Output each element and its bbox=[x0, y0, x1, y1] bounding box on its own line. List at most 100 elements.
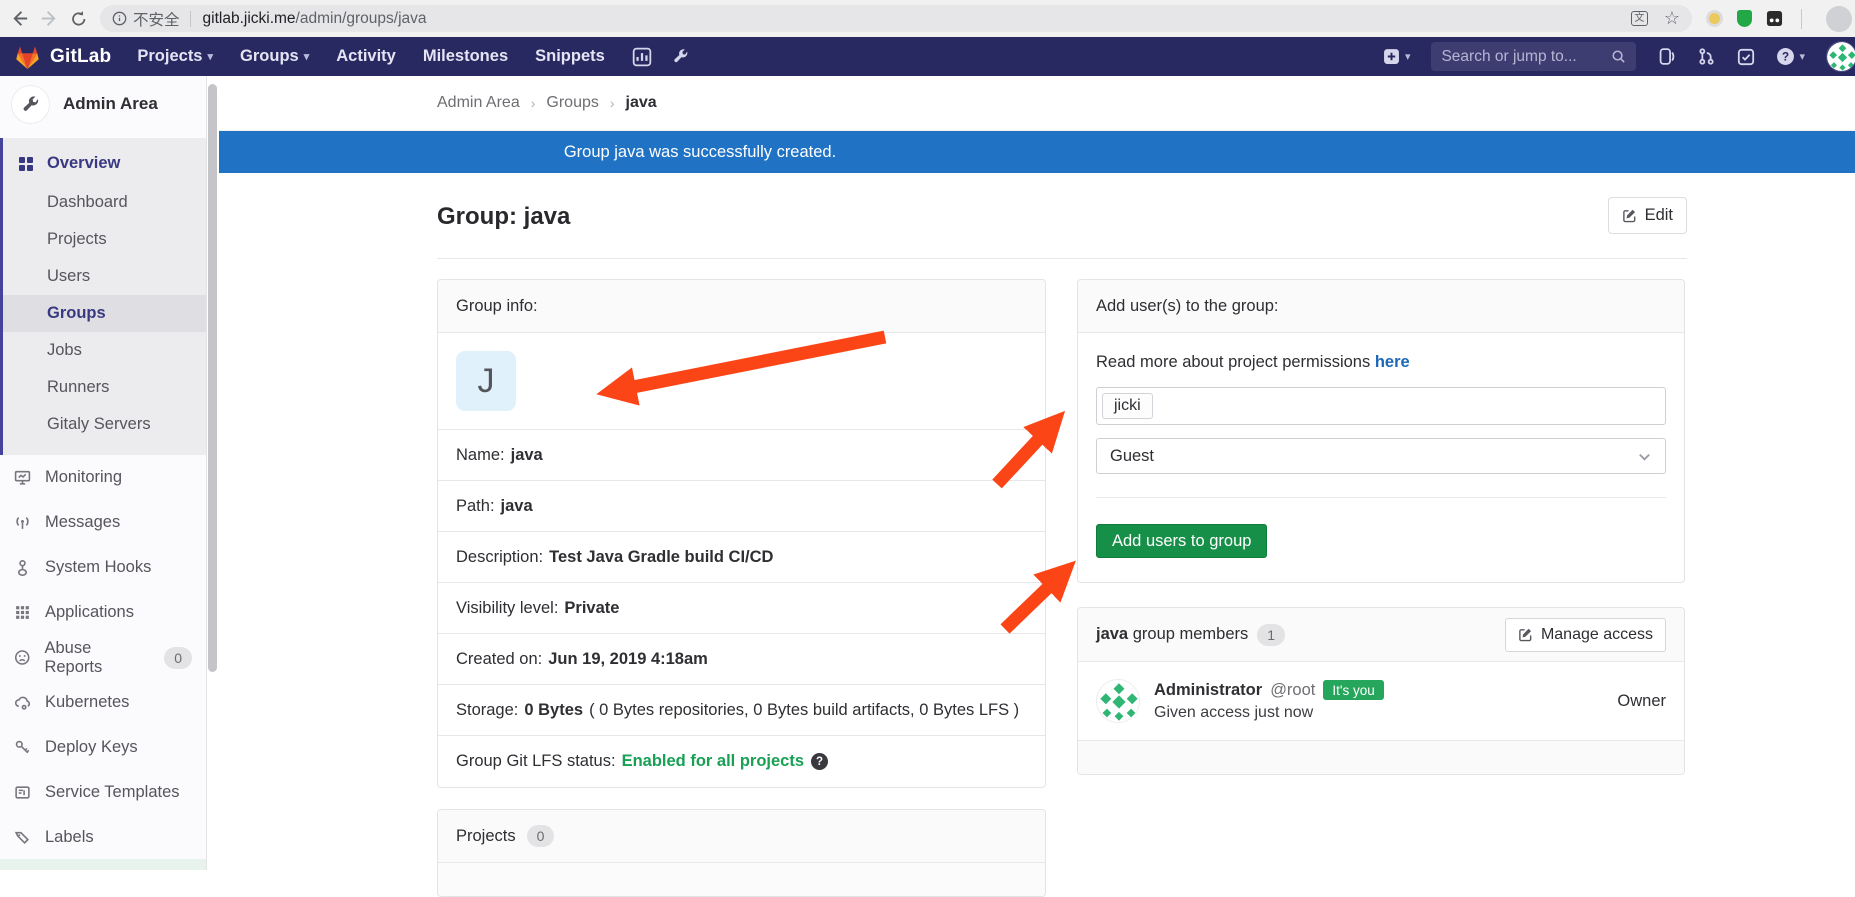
issues-icon[interactable] bbox=[1657, 47, 1676, 66]
group-members-panel: java group members 1 Manage access Admin… bbox=[1077, 607, 1685, 775]
key-icon bbox=[15, 740, 30, 754]
chevron-down-icon: ▾ bbox=[1799, 51, 1805, 63]
adblock-shield-icon[interactable] bbox=[1737, 10, 1752, 27]
sidebar-item-monitoring[interactable]: Monitoring bbox=[0, 455, 206, 500]
user-select-input[interactable]: jicki bbox=[1096, 387, 1666, 425]
search-icon bbox=[1612, 50, 1626, 63]
browser-reload-button[interactable] bbox=[64, 4, 94, 34]
edit-group-button[interactable]: Edit bbox=[1607, 197, 1687, 234]
sidebar-item-gitaly-servers[interactable]: Gitaly Servers bbox=[3, 406, 206, 443]
help-menu[interactable]: ? ▾ bbox=[1776, 47, 1805, 66]
group-avatar: J bbox=[456, 351, 516, 411]
lfs-status-link[interactable]: Enabled for all projects bbox=[622, 752, 804, 771]
flash-notice-banner: Group java was successfully created. bbox=[219, 131, 1855, 173]
browser-forward-button[interactable] bbox=[34, 4, 64, 34]
access-level-select[interactable]: Guest bbox=[1096, 438, 1666, 474]
search-input[interactable] bbox=[1441, 47, 1602, 66]
sidebar-item-projects[interactable]: Projects bbox=[3, 221, 206, 258]
tanuki-icon bbox=[16, 46, 39, 69]
member-access-meta: Given access just now bbox=[1154, 704, 1314, 721]
chevron-down-icon: ▾ bbox=[1404, 51, 1411, 63]
charts-icon[interactable] bbox=[632, 47, 652, 67]
manage-access-button[interactable]: Manage access bbox=[1504, 617, 1666, 652]
group-visibility-row: Visibility level: Private bbox=[438, 583, 1045, 634]
cloud-gear-icon bbox=[15, 696, 31, 710]
user-avatar[interactable] bbox=[1826, 41, 1855, 72]
sidebar-item-dashboard[interactable]: Dashboard bbox=[3, 184, 206, 221]
breadcrumb-current: java bbox=[625, 94, 657, 111]
divider bbox=[437, 258, 1687, 259]
breadcrumb-groups[interactable]: Groups bbox=[546, 94, 598, 112]
permissions-note: Read more about project permissions here bbox=[1096, 353, 1410, 371]
edit-pencil-icon bbox=[1622, 209, 1635, 223]
sidebar-item-kubernetes[interactable]: Kubernetes bbox=[0, 680, 206, 725]
abuse-reports-count-badge: 0 bbox=[164, 646, 192, 669]
group-info-header: Group info: bbox=[438, 280, 1045, 333]
svg-text:?: ? bbox=[1782, 51, 1789, 64]
todos-icon[interactable] bbox=[1737, 48, 1755, 66]
gitlab-logo[interactable]: GitLab bbox=[14, 44, 111, 70]
user-token-jicki[interactable]: jicki bbox=[1102, 393, 1153, 419]
members-panel-footer bbox=[1078, 740, 1684, 774]
browser-toolbar: 不安全 gitlab.jicki.me/admin/groups/java 文 … bbox=[0, 0, 1855, 37]
members-count-badge: 1 bbox=[1257, 623, 1286, 646]
flash-message: Group java was successfully created. bbox=[563, 143, 837, 161]
admin-area-header[interactable]: Admin Area bbox=[0, 76, 206, 132]
group-info-panel: Group info: J Name: java Path: java Descri… bbox=[437, 279, 1046, 788]
nav-snippets[interactable]: Snippets bbox=[535, 47, 605, 66]
sidebar-item-abuse-reports[interactable]: Abuse Reports 0 bbox=[0, 635, 206, 680]
nav-milestones[interactable]: Milestones bbox=[423, 47, 508, 66]
extension-icon[interactable] bbox=[1706, 10, 1723, 27]
tampermonkey-icon[interactable] bbox=[1766, 10, 1783, 27]
sidebar-item-deploy-keys[interactable]: Deploy Keys bbox=[0, 725, 206, 770]
sidebar-item-system-hooks[interactable]: System Hooks bbox=[0, 545, 206, 590]
divider bbox=[1096, 497, 1666, 498]
nav-projects[interactable]: Projects ▾ bbox=[137, 47, 213, 66]
sidebar-item-service-templates[interactable]: Service Templates bbox=[0, 770, 206, 815]
broadcast-icon bbox=[16, 517, 29, 529]
sidebar-item-messages[interactable]: Messages bbox=[0, 500, 206, 545]
merge-requests-icon[interactable] bbox=[1697, 47, 1716, 66]
overview-grid-icon bbox=[19, 156, 33, 171]
gitlab-navbar: GitLab Projects ▾ Groups ▾ Activity Milest… bbox=[0, 37, 1855, 76]
global-search[interactable] bbox=[1431, 42, 1637, 71]
new-menu-button[interactable]: ▾ bbox=[1383, 48, 1411, 65]
sidebar-item-runners[interactable]: Runners bbox=[3, 369, 206, 406]
members-header: java group members 1 bbox=[1096, 623, 1286, 646]
sidebar-item-jobs[interactable]: Jobs bbox=[3, 332, 206, 369]
translate-icon[interactable]: 文 bbox=[1630, 11, 1648, 26]
sidebar-item-groups[interactable]: Groups bbox=[3, 295, 206, 332]
member-avatar[interactable] bbox=[1096, 679, 1140, 723]
template-card-icon bbox=[15, 786, 30, 799]
nav-activity[interactable]: Activity bbox=[336, 47, 396, 66]
member-username: @root bbox=[1270, 680, 1316, 699]
group-name-row: Name: java bbox=[438, 430, 1045, 481]
address-bar[interactable]: 不安全 gitlab.jicki.me/admin/groups/java 文 … bbox=[100, 5, 1692, 32]
sidebar-scrollbar[interactable] bbox=[208, 84, 217, 672]
sidebar-item-overview[interactable]: Overview bbox=[3, 144, 206, 184]
sidebar-title: Admin Area bbox=[63, 94, 158, 113]
url-path: /admin/groups/java bbox=[295, 9, 427, 27]
browser-profile-avatar[interactable] bbox=[1826, 5, 1852, 32]
permissions-here-link[interactable]: here bbox=[1375, 353, 1410, 371]
its-you-badge: It's you bbox=[1323, 680, 1384, 700]
sidebar-item-users[interactable]: Users bbox=[3, 258, 206, 295]
group-created-row: Created on: Jun 19, 2019 4:18am bbox=[438, 634, 1045, 685]
page-title: Group: java bbox=[437, 203, 571, 230]
admin-wrench-icon[interactable] bbox=[672, 48, 689, 65]
brand-name: GitLab bbox=[50, 45, 112, 67]
hook-icon bbox=[17, 560, 28, 576]
add-users-to-group-button[interactable]: Add users to group bbox=[1096, 524, 1268, 558]
projects-panel: Projects 0 bbox=[437, 809, 1046, 897]
projects-header: Projects bbox=[456, 826, 516, 845]
member-name[interactable]: Administrator bbox=[1154, 681, 1262, 700]
help-question-icon[interactable]: ? bbox=[811, 753, 829, 770]
breadcrumb-admin-area[interactable]: Admin Area bbox=[437, 94, 520, 112]
nav-groups[interactable]: Groups ▾ bbox=[240, 47, 309, 66]
sidebar-item-applications[interactable]: Applications bbox=[0, 590, 206, 635]
security-label[interactable]: 不安全 bbox=[133, 8, 180, 30]
sidebar-item-labels[interactable]: Labels bbox=[0, 815, 206, 860]
browser-back-button[interactable] bbox=[4, 4, 34, 34]
info-icon bbox=[112, 11, 127, 26]
bookmark-star-icon[interactable]: ☆ bbox=[1664, 8, 1680, 29]
